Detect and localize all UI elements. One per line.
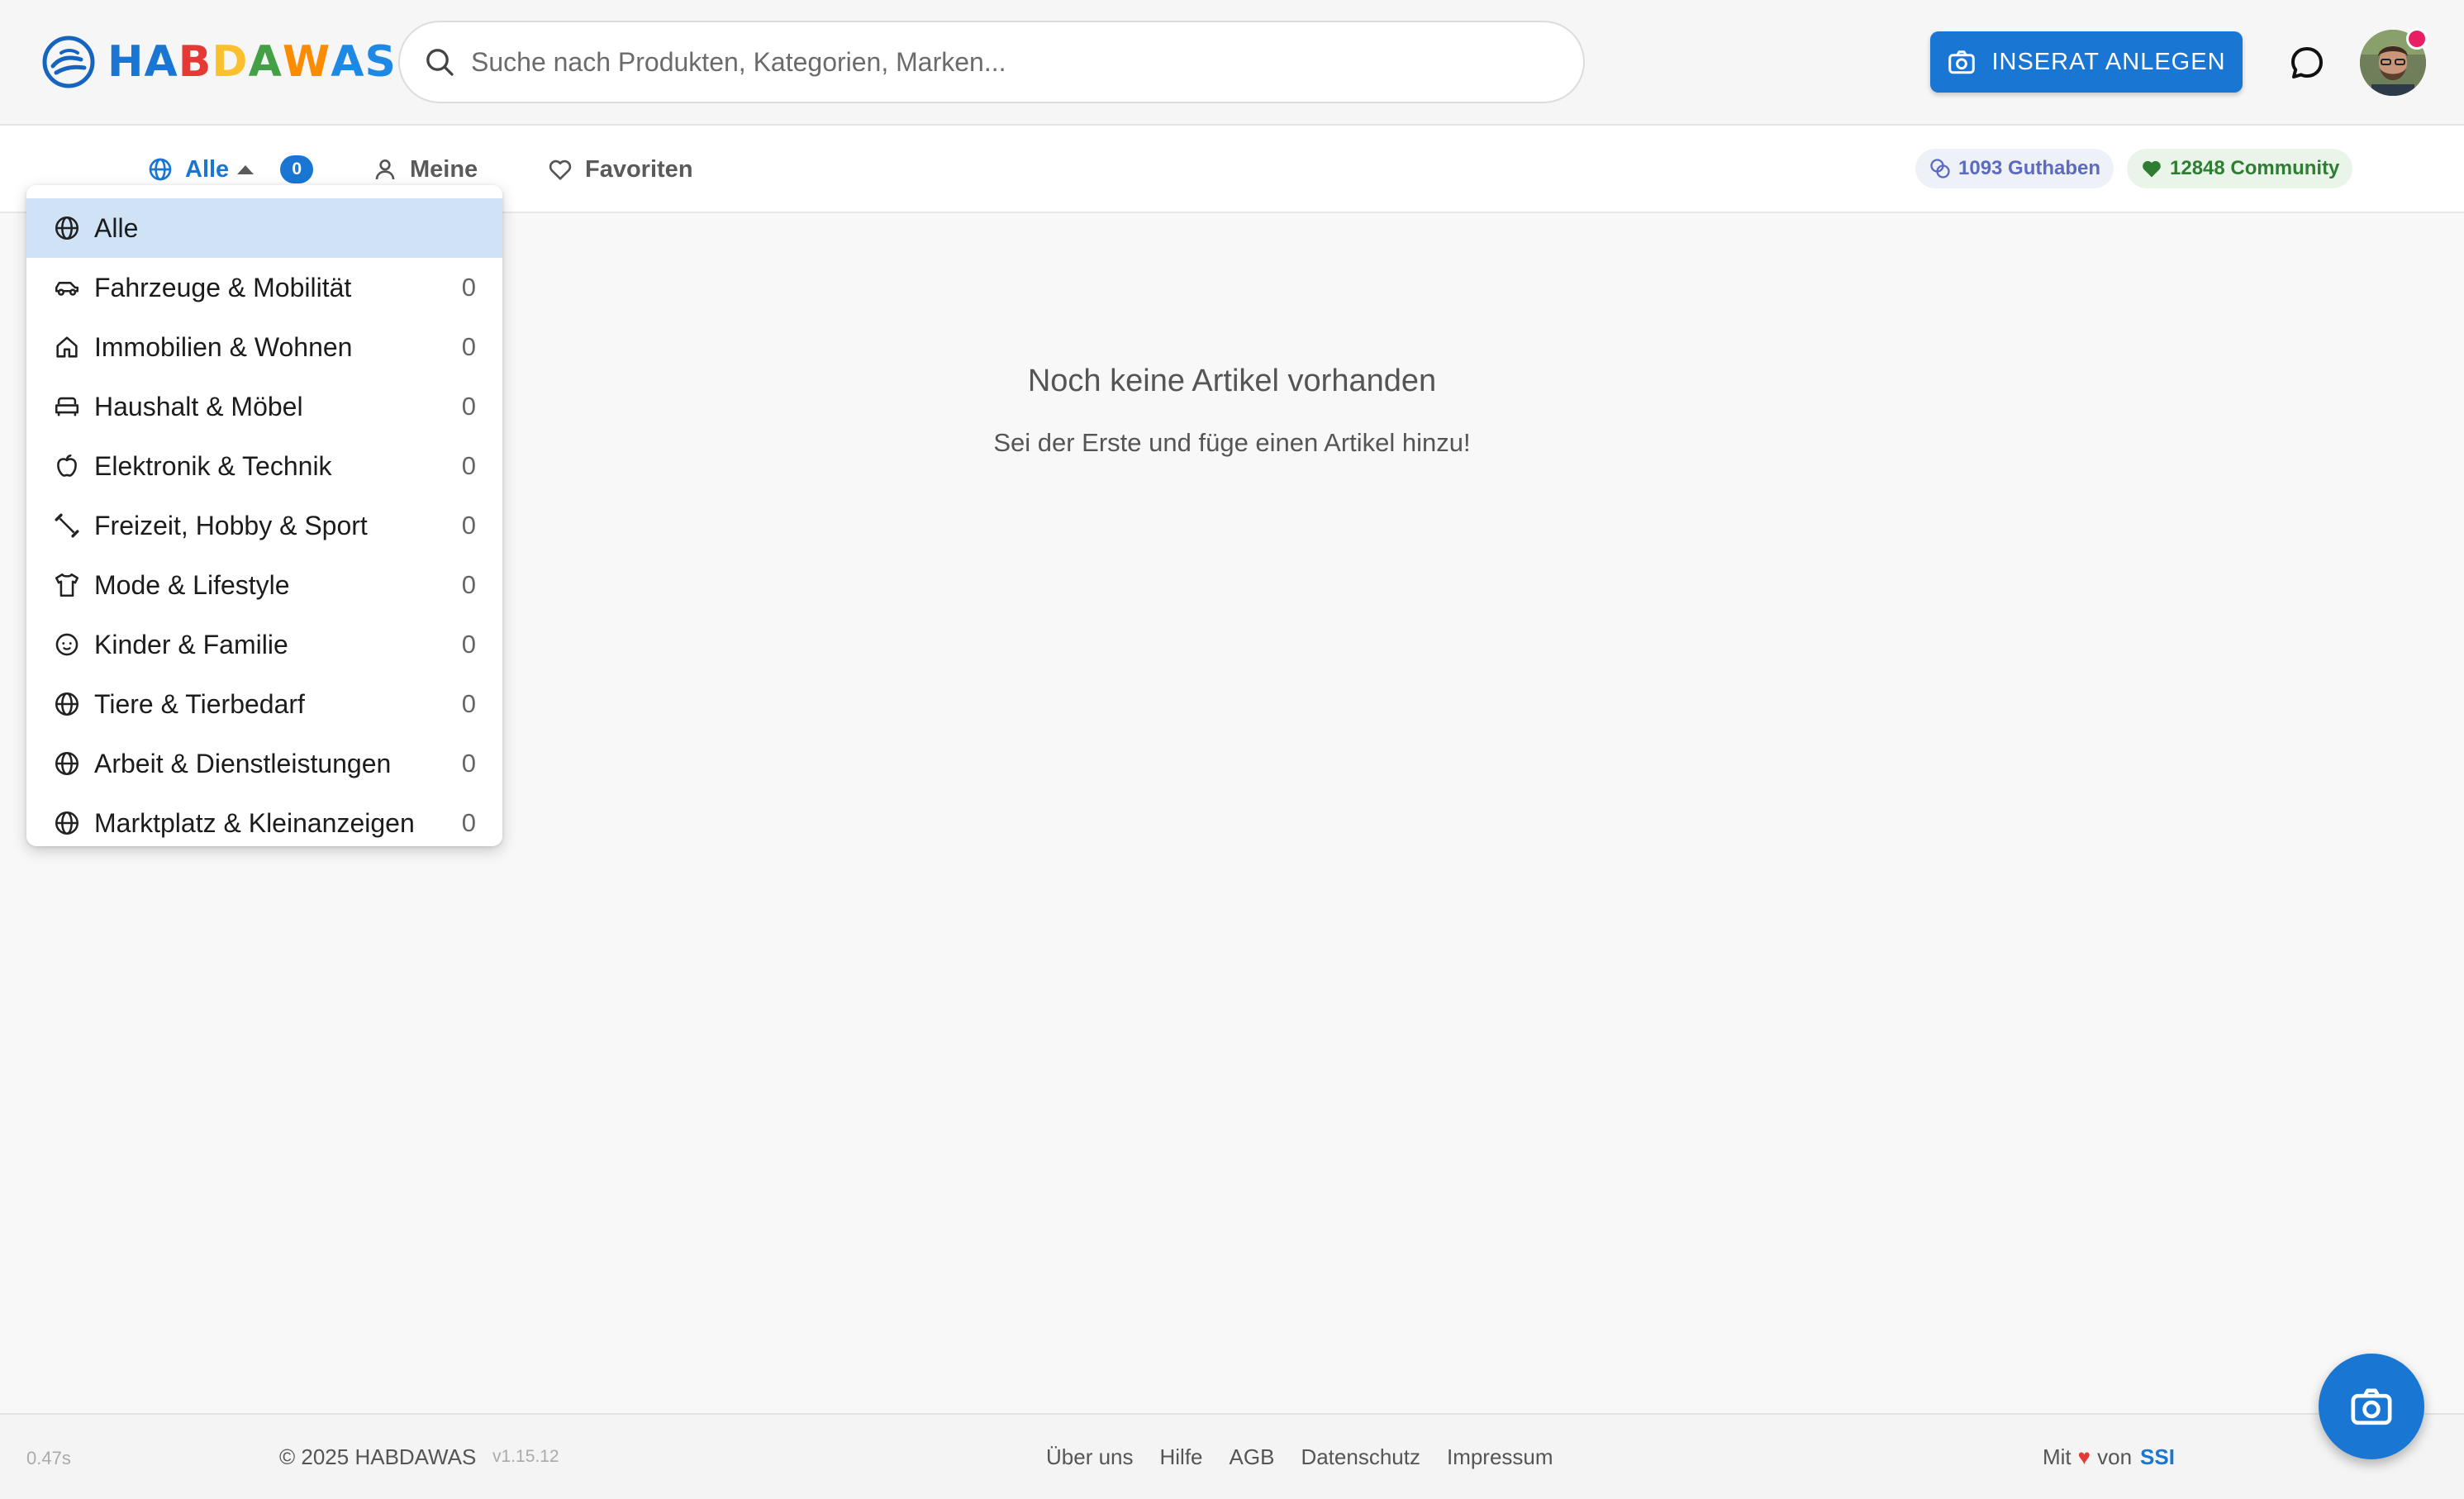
category-option-count: 0 <box>461 451 476 480</box>
caret-up-icon <box>237 164 254 174</box>
category-option[interactable]: Freizeit, Hobby & Sport 0 <box>26 496 502 555</box>
apple-icon <box>57 454 77 477</box>
fab-camera-button[interactable] <box>2319 1354 2424 1459</box>
tab-all-count-badge: 0 <box>280 155 314 183</box>
made-with-prefix: Mit <box>2043 1444 2072 1469</box>
shirt-icon <box>55 573 79 597</box>
category-option-count: 0 <box>461 689 476 718</box>
top-bar: HABDAWAS INSERAT ANLEGEN <box>0 0 2464 126</box>
credit-chip[interactable]: 1093 Guthaben <box>1915 149 2114 188</box>
tab-favorites[interactable]: Favoriten <box>547 126 693 213</box>
category-option[interactable]: Kinder & Familie 0 <box>26 615 502 674</box>
category-option[interactable]: Elektronik & Technik 0 <box>26 436 502 496</box>
footer: 0.47s © 2025 HABDAWAS v1.15.12 Über uns … <box>0 1413 2464 1499</box>
globe-icon <box>55 751 79 776</box>
logo-hand-icon <box>42 36 95 88</box>
globe-icon <box>149 158 172 181</box>
category-option[interactable]: Arbeit & Dienstleistungen 0 <box>26 734 502 793</box>
create-listing-button[interactable]: INSERAT ANLEGEN <box>1930 31 2243 93</box>
logo[interactable]: HABDAWAS <box>41 33 397 91</box>
dumbbell-icon <box>55 513 79 538</box>
footer-links: Über uns Hilfe AGB Datenschutz Impressum <box>1046 1444 1553 1470</box>
category-option[interactable]: Alle <box>26 198 502 258</box>
category-option-count: 0 <box>461 273 476 302</box>
sofa-icon <box>55 397 79 416</box>
category-option-label: Immobilien & Wohnen <box>94 331 353 362</box>
footer-link-imprint[interactable]: Impressum <box>1447 1444 1553 1470</box>
house-icon <box>56 336 78 358</box>
category-option-count: 0 <box>461 749 476 778</box>
category-dropdown: Alle Fahrzeuge & Mobilität 0 Immobilien & W… <box>26 185 502 846</box>
search-input[interactable] <box>471 46 1545 78</box>
community-chip[interactable]: 12848 Community <box>2127 149 2353 188</box>
globe-icon <box>55 216 79 240</box>
search-icon <box>426 49 454 76</box>
heart-filled-icon <box>2143 160 2161 178</box>
coins-icon <box>1930 159 1950 178</box>
made-with-mid: von <box>2097 1444 2133 1469</box>
tab-all-label: Alle <box>185 155 230 183</box>
globe-icon <box>55 811 79 835</box>
create-listing-label: INSERAT ANLEGEN <box>1991 48 2226 75</box>
footer-link-terms[interactable]: AGB <box>1230 1444 1275 1470</box>
logo-letter: A <box>248 37 283 87</box>
category-option[interactable]: Fahrzeuge & Mobilität 0 <box>26 258 502 317</box>
footer-link-about[interactable]: Über uns <box>1046 1444 1134 1470</box>
category-option-label: Tiere & Tierbedarf <box>94 688 305 719</box>
logo-text: HABDAWAS <box>107 37 397 87</box>
credit-label: 1093 Guthaben <box>1958 157 2101 179</box>
category-option-count: 0 <box>461 332 476 361</box>
load-time: 0.47s <box>26 1448 71 1468</box>
footer-link-privacy[interactable]: Datenschutz <box>1301 1444 1420 1470</box>
category-option-label: Kinder & Familie <box>94 629 288 659</box>
car-icon <box>55 282 79 296</box>
category-option[interactable]: Tiere & Tierbedarf 0 <box>26 674 502 734</box>
baby-icon <box>55 633 78 656</box>
logo-letter: W <box>282 37 331 87</box>
category-option[interactable]: Marktplatz & Kleinanzeigen 0 <box>26 793 502 853</box>
community-label: 12848 Community <box>2170 157 2340 179</box>
camera-icon <box>2351 1388 2392 1425</box>
category-option-label: Mode & Lifestyle <box>94 569 290 600</box>
logo-letter: B <box>178 37 212 87</box>
tab-mine-label: Meine <box>410 155 478 183</box>
category-option-count: 0 <box>461 630 476 659</box>
tab-favorites-label: Favoriten <box>585 155 693 183</box>
category-option-label: Elektronik & Technik <box>94 450 332 481</box>
made-with: Mit ♥ von SSI <box>2043 1444 2175 1470</box>
category-option[interactable]: Immobilien & Wohnen 0 <box>26 317 502 377</box>
footer-link-help[interactable]: Hilfe <box>1160 1444 1203 1470</box>
category-option-label: Freizeit, Hobby & Sport <box>94 510 368 540</box>
category-option[interactable]: Mode & Lifestyle 0 <box>26 555 502 615</box>
logo-letter: A <box>144 37 178 87</box>
category-option-count: 0 <box>461 808 476 837</box>
category-option-label: Arbeit & Dienstleistungen <box>94 748 392 778</box>
copyright: © 2025 HABDAWAS <box>279 1444 477 1469</box>
logo-letter: A <box>331 37 365 87</box>
person-icon <box>375 159 395 180</box>
category-option[interactable]: Haushalt & Möbel 0 <box>26 377 502 436</box>
version: v1.15.12 <box>492 1447 559 1466</box>
logo-letter: S <box>364 37 397 87</box>
camera-icon <box>1948 50 1976 74</box>
globe-icon <box>55 692 79 716</box>
made-with-brand[interactable]: SSI <box>2140 1444 2175 1470</box>
category-option-label: Fahrzeuge & Mobilität <box>94 272 352 302</box>
category-option-label: Alle <box>94 212 139 243</box>
heart-icon: ♥ <box>2077 1444 2091 1469</box>
category-option-label: Marktplatz & Kleinanzeigen <box>94 807 415 838</box>
category-option-count: 0 <box>461 511 476 540</box>
logo-letter: D <box>212 37 249 87</box>
category-option-count: 0 <box>461 570 476 599</box>
notification-badge <box>2406 28 2428 50</box>
search-bar[interactable] <box>398 21 1585 103</box>
category-option-count: 0 <box>461 392 476 421</box>
category-option-label: Haushalt & Möbel <box>94 391 303 421</box>
chat-icon[interactable] <box>2287 43 2327 83</box>
logo-letter: H <box>107 37 145 87</box>
heart-outline-icon <box>549 159 572 180</box>
